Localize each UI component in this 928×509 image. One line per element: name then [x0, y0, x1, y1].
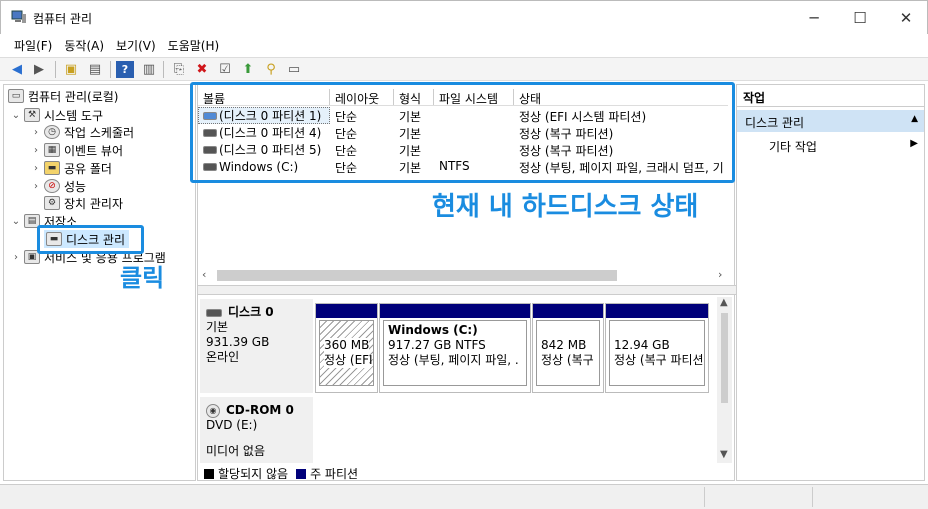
- disk-icon: [206, 308, 222, 317]
- pane-splitter[interactable]: [198, 285, 736, 295]
- device-manager-icon: ⚙: [44, 196, 60, 210]
- chevron-right-icon[interactable]: ›: [30, 181, 42, 192]
- annotation-disk-status: 현재 내 하드디스크 상태: [432, 192, 699, 222]
- vertical-scrollbar[interactable]: ▲ ▼: [717, 297, 732, 463]
- legend-primary-swatch: [296, 468, 307, 479]
- maximize-button[interactable]: ☐: [837, 1, 883, 35]
- partition-windows[interactable]: Windows (C:) 917.27 GB NTFS 정상 (부팅, 페이지 …: [379, 303, 531, 393]
- properties-icon[interactable]: ☑: [216, 61, 234, 78]
- submenu-arrow-icon: ▶: [910, 138, 918, 149]
- navigation-tree: ▭ 컴퓨터 관리(로컬) ⌄ ⚒ 시스템 도구 › ◷ 작업 스케줄러 › ▦ …: [3, 84, 196, 481]
- up-folder-icon[interactable]: ▣: [62, 61, 80, 78]
- forward-icon[interactable]: ▶: [30, 61, 48, 78]
- horizontal-scrollbar[interactable]: ‹ ›: [199, 267, 729, 284]
- actions-header: 작업: [737, 85, 924, 107]
- partition-efi[interactable]: 360 MB 정상 (EFI: [315, 303, 378, 393]
- tools-icon: ⚒: [24, 108, 40, 122]
- tree-shared-folders[interactable]: › ▬ 공유 폴더: [30, 159, 112, 177]
- window-title: 컴퓨터 관리: [33, 12, 93, 26]
- chevron-down-icon[interactable]: ⌄: [10, 110, 22, 121]
- action-pane-icon[interactable]: ▥: [140, 61, 158, 78]
- shared-folder-icon: ▬: [44, 161, 60, 175]
- help-icon[interactable]: ?: [116, 61, 134, 78]
- scroll-left-icon[interactable]: ‹: [202, 268, 206, 281]
- disk-0-label[interactable]: 디스크 0 기본 931.39 GB 온라인: [200, 299, 313, 393]
- chevron-right-icon[interactable]: ›: [30, 127, 42, 138]
- status-bar: [0, 484, 928, 509]
- legend: 할당되지 않음 주 파티션: [204, 465, 358, 482]
- annotation-click: 클릭: [120, 264, 165, 292]
- computer-icon: ▭: [8, 89, 24, 103]
- connect-icon[interactable]: ⎘: [170, 61, 188, 78]
- chevron-right-icon[interactable]: ›: [30, 145, 42, 156]
- event-viewer-icon: ▦: [44, 143, 60, 157]
- tree-performance[interactable]: › ⊘ 성능: [30, 177, 86, 195]
- menu-file[interactable]: 파일(F): [8, 34, 58, 56]
- scroll-right-icon[interactable]: ›: [718, 268, 722, 281]
- title-bar: 컴퓨터 관리 ─ ☐ ✕: [0, 0, 928, 34]
- disk-management-highlight: [37, 225, 144, 254]
- scrollbar-thumb[interactable]: [721, 313, 728, 403]
- tree-device-manager[interactable]: ⚙ 장치 관리자: [42, 194, 123, 212]
- toolbar: ◀ ▶ ▣ ▤ ? ▥ ⎘ ✖ ☑ ⬆ ⚲ ▭: [0, 57, 928, 81]
- menu-help[interactable]: 도움말(H): [162, 34, 226, 56]
- legend-unallocated-swatch: [204, 468, 214, 479]
- tree-task-scheduler[interactable]: › ◷ 작업 스케줄러: [30, 123, 134, 141]
- menu-action[interactable]: 동작(A): [58, 34, 110, 56]
- chevron-right-icon[interactable]: ›: [10, 252, 22, 263]
- tree-system-tools[interactable]: ⌄ ⚒ 시스템 도구: [10, 106, 103, 124]
- console-icon[interactable]: ▭: [285, 61, 303, 78]
- delete-icon[interactable]: ✖: [193, 61, 211, 78]
- cdrom-0-label[interactable]: ◉ CD-ROM 0 DVD (E:) 미디어 없음: [200, 397, 313, 463]
- actions-pane: 작업 디스크 관리 ▲ 기타 작업 ▶: [736, 84, 925, 481]
- computer-management-icon: [11, 10, 27, 24]
- show-hide-tree-icon[interactable]: ▤: [86, 61, 104, 78]
- performance-icon: ⊘: [44, 179, 60, 193]
- chevron-right-icon[interactable]: ›: [30, 163, 42, 174]
- collapse-up-icon[interactable]: ▲: [911, 114, 918, 124]
- partition-recovery-1[interactable]: 842 MB 정상 (복구: [532, 303, 604, 393]
- partition-recovery-2[interactable]: 12.94 GB 정상 (복구 파티션: [605, 303, 709, 393]
- export-icon[interactable]: ⬆: [239, 61, 257, 78]
- cd-drive-icon: ◉: [206, 403, 220, 418]
- volume-list-highlight: [190, 82, 735, 183]
- close-button[interactable]: ✕: [883, 1, 928, 35]
- chevron-down-icon[interactable]: ⌄: [10, 216, 22, 227]
- actions-section-disk-management[interactable]: 디스크 관리 ▲: [737, 110, 924, 132]
- minimize-button[interactable]: ─: [791, 1, 837, 35]
- scroll-down-icon[interactable]: ▼: [720, 449, 728, 460]
- back-icon[interactable]: ◀: [8, 61, 26, 78]
- search-icon[interactable]: ⚲: [262, 61, 280, 78]
- scrollbar-thumb[interactable]: [217, 270, 617, 281]
- menu-view[interactable]: 보기(V): [110, 34, 162, 56]
- scroll-up-icon[interactable]: ▲: [720, 297, 728, 308]
- tree-event-viewer[interactable]: › ▦ 이벤트 뷰어: [30, 141, 123, 159]
- clock-icon: ◷: [44, 125, 60, 139]
- more-actions-item[interactable]: 기타 작업 ▶: [737, 135, 924, 155]
- menu-bar: 파일(F) 동작(A) 보기(V) 도움말(H): [0, 34, 928, 56]
- tree-root[interactable]: ▭ 컴퓨터 관리(로컬): [6, 87, 118, 105]
